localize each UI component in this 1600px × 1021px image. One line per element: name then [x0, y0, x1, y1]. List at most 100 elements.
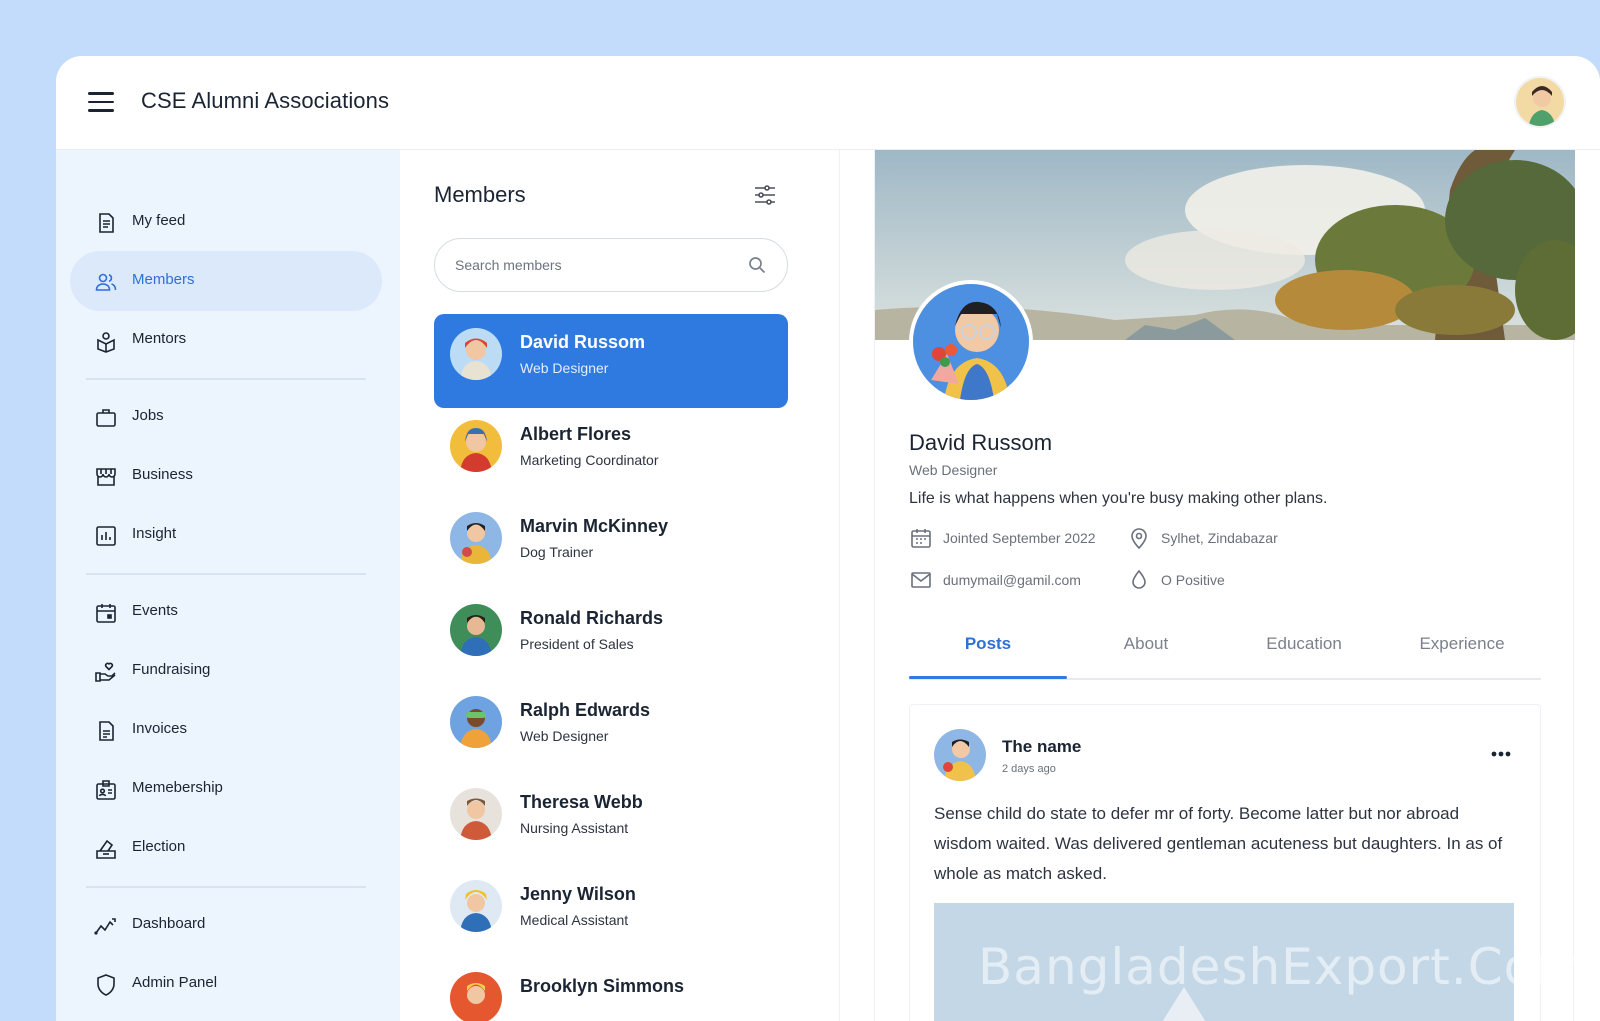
profile-panel: David Russom Web Designer Life is what h…	[840, 150, 1600, 1021]
sidebar-item-jobs[interactable]: Jobs	[70, 387, 382, 447]
avatar	[450, 328, 502, 380]
members-title: Members	[434, 182, 526, 207]
sidebar-item-membership[interactable]: Memebership	[70, 759, 382, 819]
app-title: CSE Alumni Associations	[141, 88, 390, 113]
profile-avatar	[909, 280, 1033, 404]
member-role: Medical Assistant	[520, 912, 629, 928]
sidebar-item-business[interactable]: Business	[70, 446, 382, 506]
search-input[interactable]	[455, 257, 735, 273]
member-list-item[interactable]: Ronald Richards President of Sales	[434, 590, 788, 684]
hamburger-menu-icon[interactable]	[88, 92, 114, 112]
sidebar-item-dashboard[interactable]: Dashboard	[70, 895, 382, 955]
sidebar-item-fundraising[interactable]: Fundraising	[70, 641, 382, 701]
watermark: BangladeshExport.Com	[978, 938, 1585, 996]
sidebar-item-label: My feed	[132, 212, 186, 229]
member-list-item[interactable]: Marvin McKinney Dog Trainer	[434, 498, 788, 592]
top-bar: CSE Alumni Associations	[56, 56, 1600, 150]
member-list-item[interactable]: Jenny Wilson Medical Assistant	[434, 866, 788, 960]
member-name: Ronald Richards	[520, 608, 664, 628]
member-name: David Russom	[520, 332, 646, 352]
member-role: Nursing Assistant	[520, 820, 629, 836]
invoice-icon	[94, 719, 118, 743]
sidebar-item-label: Invoices	[132, 720, 188, 737]
member-name: Albert Flores	[520, 424, 632, 444]
mentor-icon	[94, 329, 118, 353]
tab-posts[interactable]: Posts	[909, 634, 1067, 654]
sidebar-item-members[interactable]: Members	[70, 251, 382, 311]
avatar	[450, 972, 502, 1021]
tab-education[interactable]: Education	[1225, 634, 1383, 654]
drop-icon	[1132, 569, 1146, 589]
profile-name: David Russom	[909, 430, 1053, 455]
avatar	[450, 420, 502, 472]
sidebar-item-mentors[interactable]: Mentors	[70, 310, 382, 370]
active-tab-indicator	[909, 676, 1067, 679]
store-icon	[94, 465, 118, 489]
joined-date: Jointed September 2022	[909, 526, 1096, 550]
avatar	[450, 880, 502, 932]
sidebar-item-admin-panel[interactable]: Admin Panel	[70, 954, 382, 1014]
nav-divider	[86, 886, 366, 888]
avatar	[450, 696, 502, 748]
post-time: 2 days ago	[1002, 763, 1056, 775]
avatar	[934, 729, 986, 781]
members-panel: Members David Russom Web Designer Albert…	[400, 150, 840, 1021]
sidebar-item-label: Members	[132, 271, 195, 288]
sidebar: My feed Members Mentors Jobs Business In…	[56, 150, 400, 1021]
location-pin-icon	[1131, 528, 1147, 550]
avatar	[450, 788, 502, 840]
sidebar-item-insight[interactable]: Insight	[70, 505, 382, 565]
member-list-item[interactable]: Theresa Webb Nursing Assistant	[434, 774, 788, 868]
app-window: CSE Alumni Associations My feed Members …	[56, 56, 1600, 1021]
member-role: President of Sales	[520, 636, 634, 652]
calendar-icon	[911, 529, 931, 548]
search-icon[interactable]	[747, 255, 767, 275]
post-text: Sense child do state to defer mr of fort…	[934, 804, 1503, 883]
profile-bio: Life is what happens when you're busy ma…	[909, 490, 1328, 507]
bar-chart-icon	[94, 524, 118, 548]
document-icon	[94, 211, 118, 235]
member-name: Brooklyn Simmons	[520, 976, 685, 996]
member-role: Web Designer	[520, 728, 609, 744]
member-list-item[interactable]: David Russom Web Designer	[434, 314, 788, 408]
member-list-item[interactable]: Brooklyn Simmons	[434, 958, 788, 1021]
id-card-icon	[94, 778, 118, 802]
calendar-icon	[94, 601, 118, 625]
user-avatar[interactable]	[1514, 76, 1566, 128]
member-list-item[interactable]: Ralph Edwards Web Designer	[434, 682, 788, 776]
member-name: Marvin McKinney	[520, 516, 669, 536]
ballot-icon	[94, 837, 118, 861]
profile-tabs: Posts About Education Experience	[909, 620, 1541, 680]
sidebar-item-election[interactable]: Election	[70, 818, 382, 878]
trend-icon	[94, 914, 118, 938]
nav-divider	[86, 378, 366, 380]
member-name: Ralph Edwards	[520, 700, 651, 720]
hand-heart-icon	[94, 660, 118, 684]
member-name: Jenny Wilson	[520, 884, 636, 904]
location-text: Sylhet, Zindabazar	[1161, 530, 1278, 546]
sidebar-item-label: Jobs	[132, 407, 164, 424]
avatar	[450, 512, 502, 564]
member-name: Theresa Webb	[520, 792, 643, 812]
sidebar-item-label: Dashboard	[132, 915, 206, 932]
search-box	[434, 238, 788, 292]
sidebar-item-label: Fundraising	[132, 661, 211, 678]
member-list-item[interactable]: Albert Flores Marketing Coordinator	[434, 406, 788, 500]
sidebar-item-label: Insight	[132, 525, 177, 542]
sidebar-item-label: Mentors	[132, 330, 187, 347]
nav-divider	[86, 573, 366, 575]
blood-text: O Positive	[1161, 572, 1225, 588]
sidebar-item-my-feed[interactable]: My feed	[70, 192, 382, 252]
member-role: Web Designer	[520, 360, 609, 376]
more-options-icon[interactable]	[1490, 745, 1512, 757]
profile-card: David Russom Web Designer Life is what h…	[874, 150, 1575, 1021]
sidebar-item-invoices[interactable]: Invoices	[70, 700, 382, 760]
filter-icon[interactable]	[752, 182, 778, 208]
sidebar-item-events[interactable]: Events	[70, 582, 382, 642]
tab-experience[interactable]: Experience	[1383, 634, 1541, 654]
shield-icon	[94, 973, 118, 997]
mail-icon	[911, 572, 931, 588]
sidebar-item-label: Memebership	[132, 779, 223, 796]
post-author: The name	[1002, 737, 1082, 756]
tab-about[interactable]: About	[1067, 634, 1225, 654]
